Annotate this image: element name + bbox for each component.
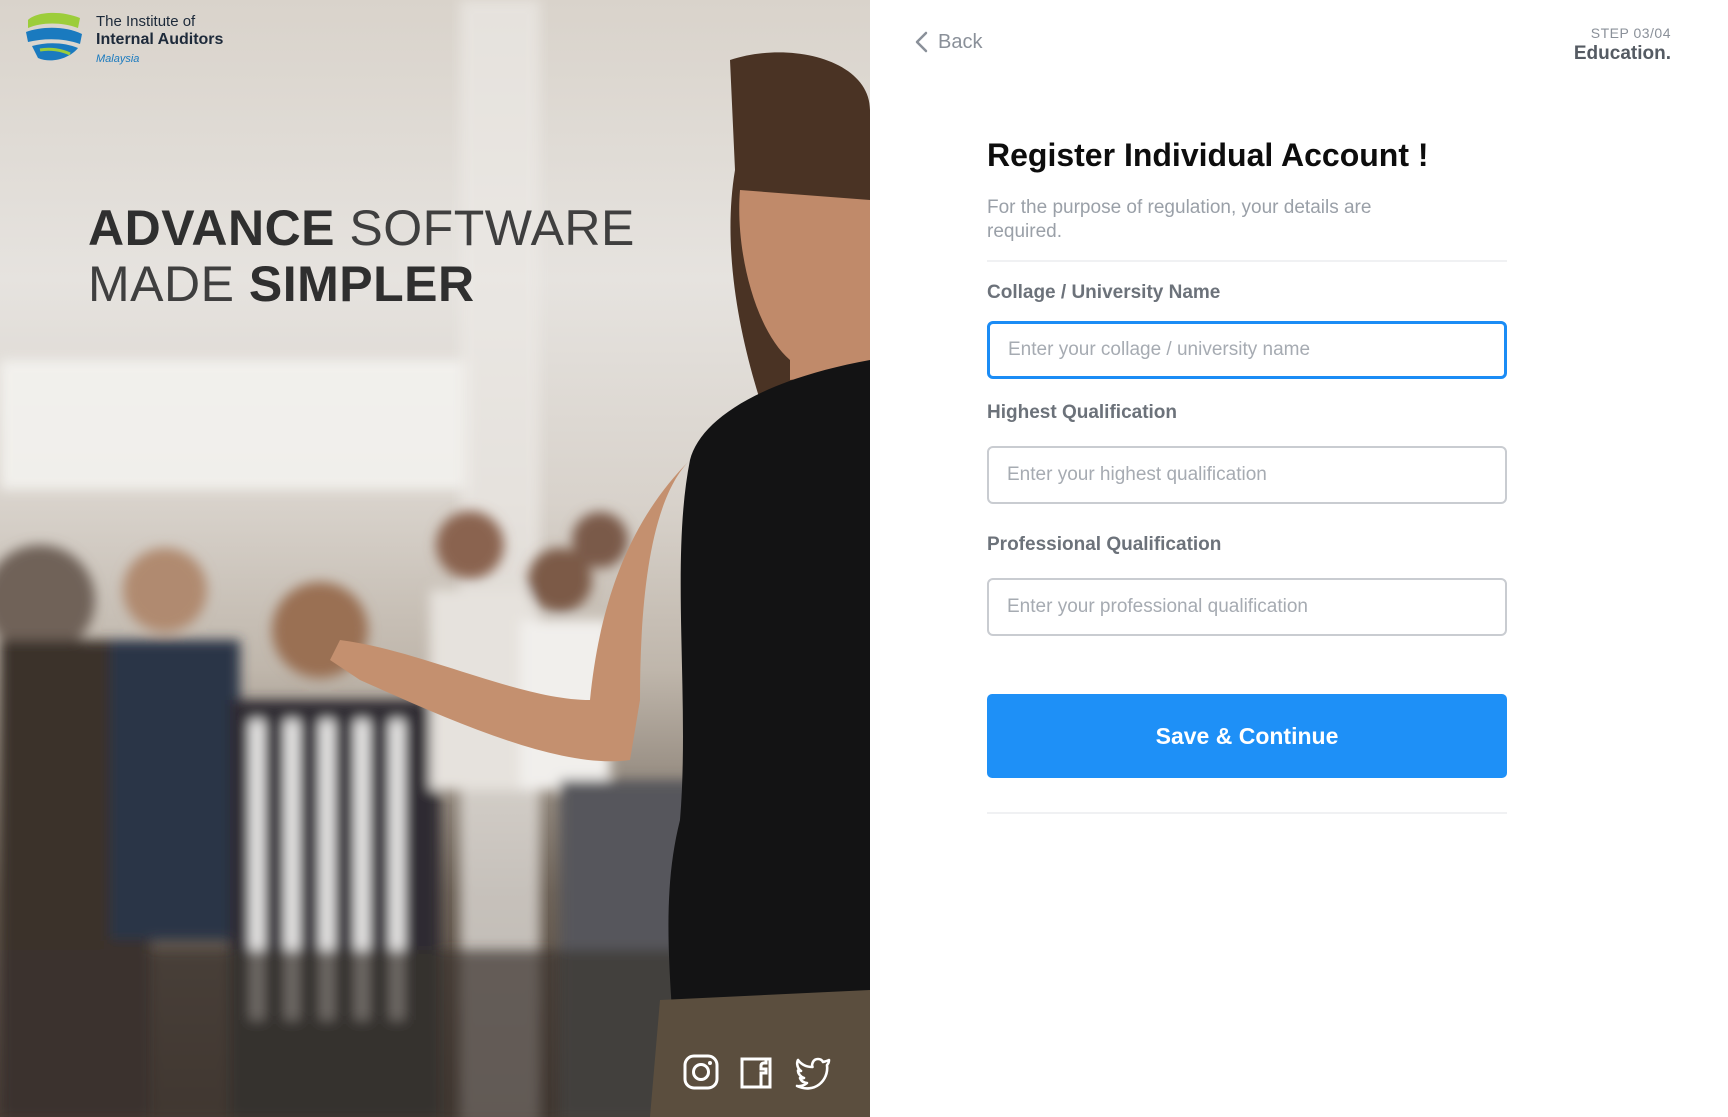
form-panel: Back STEP 03/04 Education. Register Indi… bbox=[870, 0, 1728, 1117]
headline-bold-2: SIMPLER bbox=[248, 256, 475, 312]
form-divider-top bbox=[987, 260, 1507, 262]
professional-qualification-label: Professional Qualification bbox=[987, 534, 1222, 555]
back-label: Back bbox=[938, 30, 983, 53]
form-title: Register Individual Account ! bbox=[987, 137, 1429, 173]
highest-qualification-input[interactable] bbox=[987, 446, 1507, 504]
facebook-icon[interactable] bbox=[738, 1053, 776, 1091]
brand-name-line2: Internal Auditors bbox=[96, 31, 224, 48]
registration-page: The Institute of Internal Auditors Malay… bbox=[0, 0, 1728, 1117]
form-divider-bottom bbox=[987, 812, 1507, 814]
college-input[interactable] bbox=[987, 321, 1507, 379]
instagram-icon[interactable] bbox=[682, 1053, 720, 1091]
education-form: Register Individual Account ! For the pu… bbox=[987, 137, 1507, 814]
globe-logo-icon bbox=[26, 12, 82, 61]
brand-logo[interactable]: The Institute of Internal Auditors Malay… bbox=[22, 10, 223, 69]
headline-light-2: MADE bbox=[88, 256, 249, 312]
chevron-left-icon bbox=[915, 31, 928, 53]
form-subtitle: For the purpose of regulation, your deta… bbox=[987, 197, 1372, 242]
twitter-icon[interactable] bbox=[794, 1053, 832, 1091]
college-label: Collage / University Name bbox=[987, 282, 1221, 303]
hero-photo bbox=[0, 0, 870, 1117]
social-links bbox=[682, 1053, 832, 1091]
hero-panel: The Institute of Internal Auditors Malay… bbox=[0, 0, 870, 1117]
brand-name-line1: The Institute of bbox=[96, 13, 196, 30]
hero-headline: ADVANCE SOFTWARE MADE SIMPLER bbox=[88, 200, 635, 312]
step-counter: STEP 03/04 bbox=[1590, 25, 1671, 41]
headline-light-1: SOFTWARE bbox=[335, 200, 635, 256]
save-continue-button[interactable]: Save & Continue bbox=[987, 694, 1507, 778]
headline-bold-1: ADVANCE bbox=[88, 200, 336, 256]
step-indicator: STEP 03/04 Education. bbox=[1574, 25, 1671, 65]
brand-region: Malaysia bbox=[96, 53, 140, 65]
step-name: Education. bbox=[1573, 43, 1671, 64]
professional-qualification-input[interactable] bbox=[987, 578, 1507, 636]
back-button[interactable]: Back bbox=[912, 30, 982, 54]
highest-qualification-label: Highest Qualification bbox=[987, 402, 1178, 423]
